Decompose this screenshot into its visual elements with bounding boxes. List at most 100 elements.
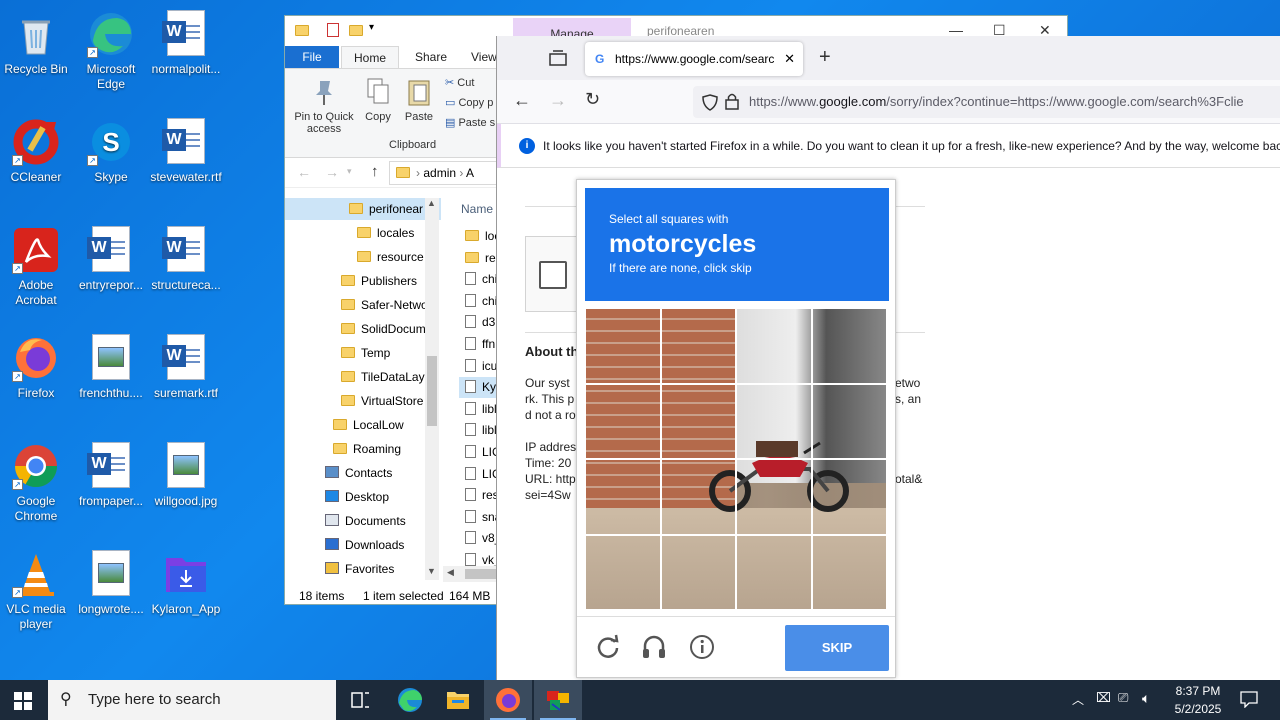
- new-folder-icon[interactable]: [349, 24, 369, 38]
- nav-item[interactable]: Contacts: [285, 462, 441, 484]
- taskbar-file-explorer-icon[interactable]: [434, 680, 482, 720]
- copy-button[interactable]: Copy: [361, 77, 395, 123]
- recent-locations-icon[interactable]: ▾: [347, 166, 352, 177]
- desktop-icon-frenchthu[interactable]: frenchthu....: [75, 334, 147, 401]
- captcha-tile[interactable]: [660, 383, 736, 459]
- desktop-icon-frompaper[interactable]: W frompaper...: [75, 442, 147, 509]
- browser-tab[interactable]: G https://www.google.com/searc ✕: [585, 42, 803, 76]
- back-arrow-icon[interactable]: ←: [513, 90, 531, 111]
- desktop-icon-vlc[interactable]: ↗ VLC media player: [0, 550, 72, 632]
- desktop-icon-google-chrome[interactable]: ↗ Google Chrome: [0, 442, 72, 524]
- volume-icon[interactable]: 🔈︎: [1142, 690, 1150, 707]
- chevron-left-icon[interactable]: ◀: [447, 567, 454, 578]
- copy-path-button[interactable]: ▭ Copy p: [445, 97, 493, 109]
- recaptcha-checkbox[interactable]: [539, 261, 567, 289]
- chevron-down-icon[interactable]: ▾: [369, 22, 374, 33]
- captcha-tile[interactable]: [736, 459, 812, 535]
- reload-challenge-icon[interactable]: [595, 634, 621, 660]
- skip-button[interactable]: SKIP: [785, 625, 889, 671]
- file-list-item[interactable]: d3: [465, 312, 495, 333]
- new-tab-icon[interactable]: +: [819, 46, 831, 69]
- scroll-thumb[interactable]: [465, 569, 499, 579]
- file-list[interactable]: locreschichid3ffnicuKylliblliblLICLICres…: [457, 226, 497, 616]
- chevron-down-icon[interactable]: ▼: [427, 566, 436, 576]
- desktop-icon-normalpolit[interactable]: W normalpolit...: [150, 10, 222, 77]
- file-list-item[interactable]: libl: [465, 420, 497, 441]
- desktop-icon-recycle-bin[interactable]: Recycle Bin: [0, 10, 72, 77]
- taskbar-firefox-icon[interactable]: [484, 680, 532, 720]
- nav-item[interactable]: Temp: [285, 342, 441, 364]
- file-list-item[interactable]: LIC: [465, 464, 497, 485]
- network-icon[interactable]: ⎚: [1118, 690, 1128, 706]
- nav-item[interactable]: Favorites: [285, 558, 441, 580]
- breadcrumb-next[interactable]: A: [466, 166, 474, 180]
- forward-arrow-icon[interactable]: →: [325, 164, 339, 180]
- file-list-item[interactable]: LIC: [465, 442, 497, 463]
- nav-item[interactable]: Documents: [285, 510, 441, 532]
- file-list-item[interactable]: ffn: [465, 334, 495, 355]
- desktop-icon-willgood[interactable]: willgood.jpg: [150, 442, 222, 509]
- tab-share[interactable]: Share: [403, 46, 459, 68]
- desktop-icon-adobe-acrobat[interactable]: ↗ Adobe Acrobat: [0, 226, 72, 308]
- chevron-up-icon[interactable]: ▲: [427, 198, 436, 208]
- nav-item[interactable]: Desktop: [285, 486, 441, 508]
- recaptcha-challenge[interactable]: Select all squares with motorcycles If t…: [576, 179, 896, 678]
- nav-item[interactable]: SolidDocum: [285, 318, 441, 340]
- desktop-icon-structureca[interactable]: W structureca...: [150, 226, 222, 293]
- cut-button[interactable]: ✂ Cut: [445, 77, 474, 89]
- captcha-tile[interactable]: [585, 459, 661, 535]
- back-arrow-icon[interactable]: ←: [297, 164, 311, 180]
- nav-item[interactable]: resource: [285, 246, 441, 268]
- device-icon[interactable]: ⌧: [1096, 690, 1111, 706]
- file-list-item[interactable]: Kyl: [459, 377, 497, 399]
- captcha-tile[interactable]: [811, 534, 887, 610]
- taskbar-search-box[interactable]: ⚲ Type here to search: [48, 680, 336, 720]
- desktop-icon-suremark[interactable]: W suremark.rtf: [150, 334, 222, 401]
- desktop-icon-stevewater[interactable]: W stevewater.rtf: [150, 118, 222, 185]
- file-list-item[interactable]: libl: [465, 399, 497, 420]
- captcha-tile[interactable]: [811, 459, 887, 535]
- desktop-icon-skype[interactable]: S ↗ Skype: [75, 118, 147, 185]
- desktop-icon-ccleaner[interactable]: ↗ CCleaner: [0, 118, 72, 185]
- paste-button[interactable]: Paste: [401, 77, 437, 123]
- taskbar-kylaron-app-icon[interactable]: [534, 680, 582, 720]
- captcha-tile[interactable]: [660, 308, 736, 384]
- file-list-item[interactable]: loc: [465, 226, 497, 247]
- captcha-tile[interactable]: [736, 383, 812, 459]
- clock-time[interactable]: 8:37 PM: [1174, 684, 1222, 698]
- horizontal-scrollbar[interactable]: ◀: [443, 566, 499, 582]
- desktop-icon-microsoft-edge[interactable]: ↗ Microsoft Edge: [75, 10, 147, 92]
- nav-item[interactable]: perifonear: [285, 198, 441, 220]
- tab-file[interactable]: File: [285, 46, 339, 68]
- tab-list-icon[interactable]: [549, 50, 567, 69]
- nav-item[interactable]: Downloads: [285, 534, 441, 556]
- tab-home[interactable]: Home: [341, 46, 400, 68]
- taskbar-edge-icon[interactable]: [386, 680, 434, 720]
- captcha-tile[interactable]: [811, 308, 887, 384]
- windows-start-icon[interactable]: [14, 692, 32, 713]
- captcha-tile[interactable]: [660, 534, 736, 610]
- pin-to-quick-access-button[interactable]: Pin to Quick access: [289, 77, 359, 135]
- properties-icon[interactable]: [327, 23, 339, 37]
- file-list-item[interactable]: sna: [465, 507, 497, 528]
- navigation-pane[interactable]: perifonear locales resource Publishers Safer…: [285, 198, 441, 588]
- nav-item[interactable]: LocalLow: [285, 414, 441, 436]
- forward-arrow-icon[interactable]: →: [549, 90, 567, 111]
- breadcrumb[interactable]: › admin › A: [389, 161, 509, 185]
- nav-item[interactable]: Safer-Netwo: [285, 294, 441, 316]
- captcha-tile[interactable]: [585, 383, 661, 459]
- desktop-icon-firefox[interactable]: ↗ Firefox: [0, 334, 72, 401]
- nav-item[interactable]: Publishers: [285, 270, 441, 292]
- audio-challenge-icon[interactable]: [641, 634, 667, 660]
- up-arrow-icon[interactable]: ↑: [371, 163, 379, 180]
- notifications-icon[interactable]: [1240, 690, 1258, 711]
- captcha-tile[interactable]: [811, 383, 887, 459]
- column-header-name[interactable]: Name: [461, 202, 493, 216]
- file-list-item[interactable]: chi: [465, 291, 497, 312]
- info-icon[interactable]: [689, 634, 715, 660]
- url-bar[interactable]: https://www.google.com/sorry/index?conti…: [693, 86, 1280, 118]
- nav-item[interactable]: locales: [285, 222, 441, 244]
- file-list-item[interactable]: res: [465, 248, 497, 269]
- desktop-icon-entryrepor[interactable]: W entryrepor...: [75, 226, 147, 293]
- desktop-icon-longwrote[interactable]: longwrote....: [75, 550, 147, 617]
